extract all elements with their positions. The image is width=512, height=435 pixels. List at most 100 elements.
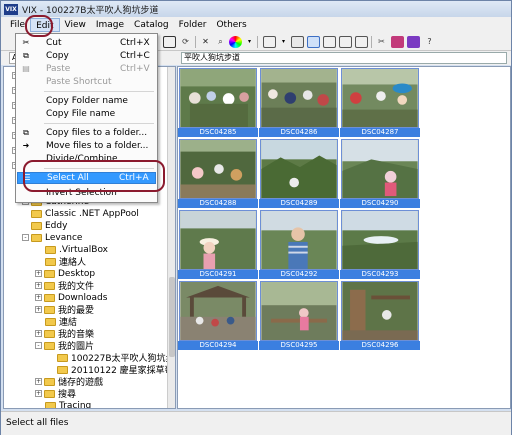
book-icon[interactable]	[407, 36, 420, 48]
tools-icon[interactable]: ✂	[375, 36, 388, 48]
tree-item-levance[interactable]: - Levance	[22, 232, 82, 243]
expand-icon[interactable]: +	[35, 294, 42, 301]
thumbnail-caption[interactable]: DSC04288	[178, 199, 258, 208]
folder-icon	[44, 281, 55, 290]
thumbnail-image[interactable]	[260, 68, 338, 128]
expand-icon[interactable]: +	[35, 282, 42, 289]
collapse-icon[interactable]: -	[35, 342, 42, 349]
expand-icon[interactable]: +	[35, 330, 42, 337]
tree-item-desktop[interactable]: + Desktop	[35, 268, 95, 279]
tree-item-contacts[interactable]: 連絡人	[45, 256, 87, 268]
tree-item-favorites[interactable]: + 我的最愛	[35, 304, 94, 316]
tree-item-saved-games[interactable]: + 儲存的遊戲	[35, 376, 103, 388]
catalog-icon[interactable]	[391, 36, 404, 48]
tree-item-label: 連絡人	[59, 258, 87, 268]
filmstrip-view-icon[interactable]	[339, 36, 352, 48]
tree-scrollbar[interactable]	[167, 67, 175, 408]
menu-item-copy[interactable]: ⧉ Copy Ctrl+C	[17, 50, 156, 62]
folder-icon	[44, 293, 55, 302]
expand-icon[interactable]: +	[35, 306, 42, 313]
menu-view[interactable]: View	[60, 18, 91, 32]
refresh-icon[interactable]: ⟳	[179, 36, 192, 48]
tree-item-eddy[interactable]: Eddy	[31, 220, 67, 231]
menu-item-paste-shortcut[interactable]: Paste Shortcut	[17, 76, 156, 88]
thumbnail-image[interactable]	[341, 68, 419, 128]
thumbnail-image[interactable]	[260, 281, 338, 341]
cut-icon: ✂	[22, 38, 30, 47]
photo-child-bench	[261, 282, 337, 340]
tree-item-label: 搜尋	[58, 390, 77, 400]
thumbnail-caption[interactable]: DSC04296	[340, 341, 420, 350]
color-dropdown-icon[interactable]: ▾	[243, 36, 256, 48]
color-icon[interactable]	[229, 36, 242, 48]
tree-scrollbar-thumb[interactable]	[169, 277, 175, 357]
thumbnail-image[interactable]	[179, 281, 257, 341]
collapse-icon[interactable]: -	[22, 234, 29, 241]
folder-icon	[44, 389, 55, 398]
thumbnail-image[interactable]	[341, 139, 419, 199]
delete-icon[interactable]: ✕	[199, 36, 212, 48]
expand-icon[interactable]: +	[35, 270, 42, 277]
tree-item-classic-net-apppool[interactable]: Classic .NET AppPool	[31, 208, 139, 219]
tree-item-label: Tracing	[59, 400, 92, 409]
slideshow-icon[interactable]	[355, 36, 368, 48]
menu-image[interactable]: Image	[91, 18, 129, 32]
folder-icon	[44, 341, 55, 350]
folder-icon	[31, 209, 42, 218]
menu-item-copy-file-name[interactable]: Copy File name	[17, 108, 156, 120]
thumbnail-caption[interactable]: DSC04286	[259, 128, 339, 137]
photo-girl-hat	[180, 211, 256, 269]
thumbnail-caption[interactable]: DSC04285	[178, 128, 258, 137]
thumbnail-caption[interactable]: DSC04291	[178, 270, 258, 279]
thumbnail-image[interactable]	[260, 210, 338, 270]
tree-item-my-documents[interactable]: + 我的文件	[35, 280, 94, 292]
tree-item-album-100227b[interactable]: 100227B太平吹人狗坑步道	[57, 352, 175, 364]
edit-menu-highlight-ring	[25, 15, 53, 37]
thumbnail-caption[interactable]: DSC04287	[340, 128, 420, 137]
grid-icon[interactable]	[263, 36, 276, 48]
thumbnail-caption[interactable]: DSC04290	[340, 199, 420, 208]
menu-item-move-files-to-folder[interactable]: ➜ Move files to a folder...	[17, 140, 156, 152]
tree-item-tracing[interactable]: Tracing	[45, 400, 92, 409]
thumbnail-view-icon[interactable]	[307, 36, 320, 48]
thumbnail-image[interactable]	[179, 210, 257, 270]
thumbnail-caption[interactable]: DSC04292	[259, 270, 339, 279]
help-icon[interactable]: ?	[423, 36, 436, 48]
properties-icon[interactable]	[163, 36, 176, 48]
app-window: VIX VIX - 100227B太平吹人狗坑步道 File Edit View…	[0, 0, 512, 435]
thumbnail-image[interactable]	[179, 68, 257, 128]
menu-item-paste[interactable]: ▤ Paste Ctrl+V	[17, 63, 156, 75]
thumbnail-image[interactable]	[341, 210, 419, 270]
tree-item-downloads[interactable]: + Downloads	[35, 292, 107, 303]
thumbnail-image[interactable]	[341, 281, 419, 341]
copy-icon: ⧉	[23, 51, 29, 60]
photo-children-path	[180, 140, 256, 198]
search-icon[interactable]: ⌕	[214, 36, 227, 48]
expand-icon[interactable]: +	[35, 390, 42, 397]
detail-view-icon[interactable]	[323, 36, 336, 48]
tree-item-virtualbox[interactable]: .VirtualBox	[45, 244, 108, 255]
menu-item-cut[interactable]: ✂ Cut Ctrl+X	[17, 37, 156, 49]
list-view-icon[interactable]	[291, 36, 304, 48]
tree-item-label: Desktop	[58, 268, 96, 279]
thumbnail-caption[interactable]: DSC04289	[259, 199, 339, 208]
photo-pavilion-group	[180, 282, 256, 340]
menu-others[interactable]: Others	[211, 18, 251, 32]
address-input[interactable]: 平吹人狗坑步道	[181, 52, 507, 64]
thumbnail-caption[interactable]: DSC04294	[178, 341, 258, 350]
menu-item-copy-files-to-folder[interactable]: ⧉ Copy files to a folder...	[17, 127, 156, 139]
thumbnail-caption[interactable]: DSC04293	[340, 270, 420, 279]
tree-item-searches[interactable]: + 搜尋	[35, 388, 77, 400]
tree-item-album-20110122[interactable]: 20110122 慶星家採草莓	[57, 364, 174, 376]
thumbnail-caption[interactable]: DSC04295	[259, 341, 339, 350]
thumbnail-image[interactable]	[260, 139, 338, 199]
menu-catalog[interactable]: Catalog	[129, 18, 174, 32]
grid-dropdown-icon[interactable]: ▾	[277, 36, 290, 48]
tree-item-links[interactable]: 連結	[45, 316, 77, 328]
tree-item-my-pictures[interactable]: - 我的圖片	[35, 340, 94, 352]
menu-folder[interactable]: Folder	[174, 18, 212, 32]
menu-item-copy-folder-name[interactable]: Copy Folder name	[17, 95, 156, 107]
thumbnail-image[interactable]	[179, 139, 257, 199]
tree-item-my-music[interactable]: + 我的音樂	[35, 328, 94, 340]
expand-icon[interactable]: +	[35, 378, 42, 385]
